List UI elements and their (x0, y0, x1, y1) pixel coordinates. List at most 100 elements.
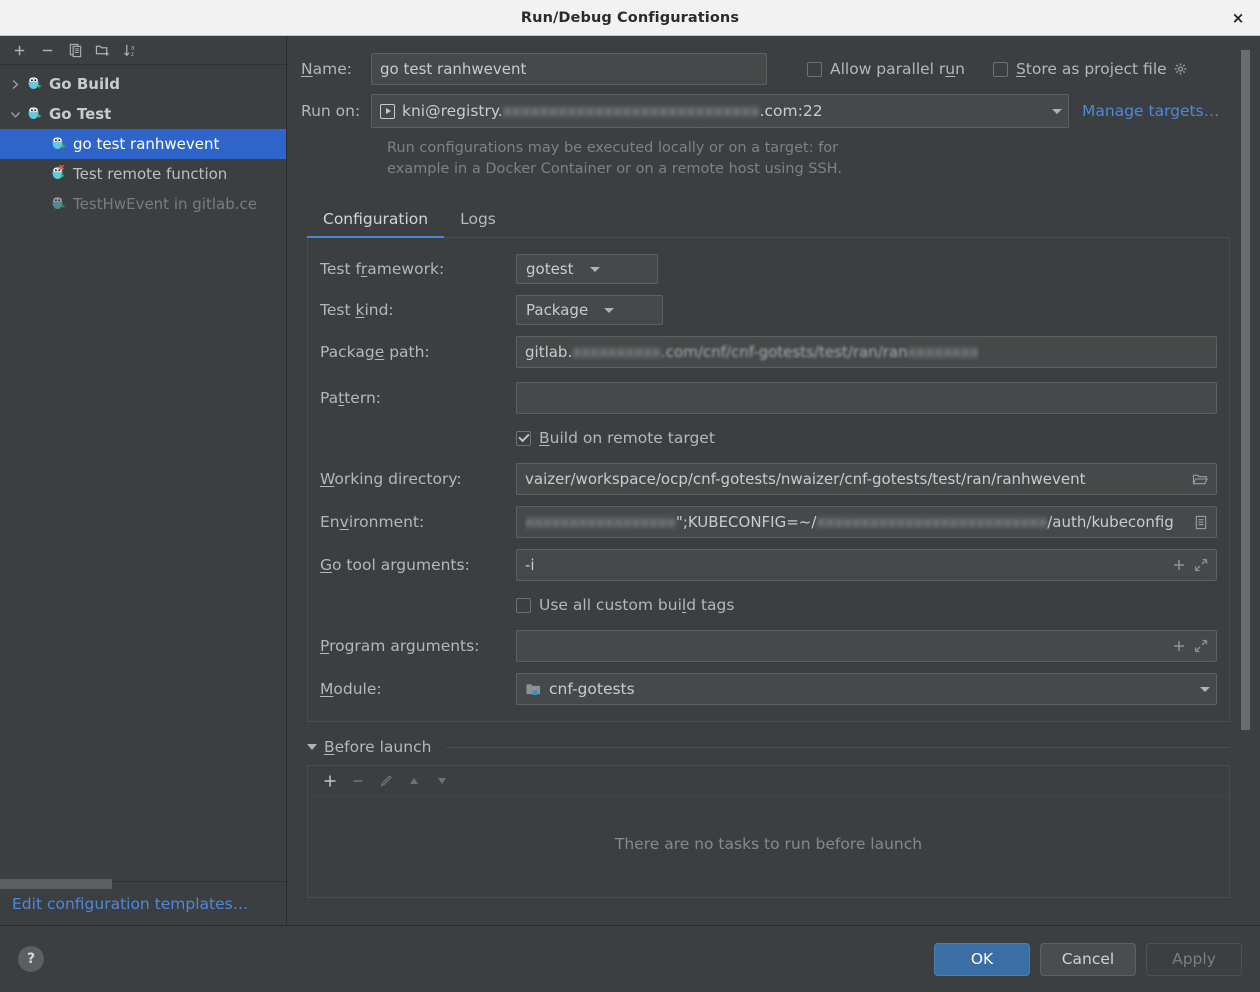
environment-row: Environment: xxxxxxxxxxxxxxxxx";KUBECONF… (320, 506, 1217, 538)
sidebar-item-testhwevent[interactable]: TestHwEvent in gitlab.ce (0, 189, 286, 219)
environment-variables-icon[interactable] (1186, 515, 1208, 530)
chevron-down-icon[interactable] (589, 266, 600, 272)
ok-button[interactable]: OK (934, 942, 1030, 976)
sidebar-toolbar: a z (0, 36, 286, 65)
run-on-redacted: xxxxxxxxxxxxxxxxxxxxxxxxxxxx (502, 102, 760, 120)
window-title: Run/Debug Configurations (520, 9, 740, 26)
copy-icon[interactable] (62, 38, 88, 62)
add-configuration-button[interactable] (6, 38, 32, 62)
chevron-down-icon[interactable] (6, 110, 24, 119)
program-arguments-input[interactable] (516, 630, 1217, 662)
chevron-down-icon[interactable] (307, 744, 317, 750)
editor-tabs: Configuration Logs (307, 204, 1230, 238)
chevron-down-icon[interactable] (1200, 686, 1210, 692)
name-label: Name: (301, 60, 352, 78)
tree-group-go-build[interactable]: Go Build (0, 69, 286, 99)
before-launch-header[interactable]: Before launch (307, 738, 1230, 756)
program-arguments-row: Program arguments: (320, 630, 1217, 662)
run-on-hint: Run configurations may be executed local… (387, 138, 1230, 180)
module-value: cnf-gotests (549, 680, 635, 698)
chevron-down-icon[interactable] (1052, 108, 1062, 114)
program-arguments-label: Program arguments: (320, 637, 480, 655)
module-combobox[interactable]: cnf-gotests (516, 673, 1217, 705)
package-path-input[interactable]: gitlab.xxxxxxxxxx.com/cnf/cnf-gotests/te… (516, 336, 1217, 368)
store-as-project-file-checkbox[interactable]: Store as project file (992, 60, 1188, 78)
cancel-button[interactable]: Cancel (1040, 942, 1136, 976)
expand-icon[interactable] (1194, 639, 1208, 653)
folder-add-icon[interactable] (90, 38, 116, 62)
chevron-right-icon[interactable] (6, 79, 24, 90)
test-kind-select[interactable]: Package (516, 295, 663, 325)
test-framework-value: gotest (526, 260, 574, 278)
plus-icon[interactable] (1172, 639, 1186, 653)
checkbox-box[interactable] (992, 61, 1008, 77)
target-icon (380, 103, 395, 119)
package-path-middle: .com/cnf/cnf-gotests/test/ran/ran (661, 343, 908, 361)
checkbox-box[interactable] (807, 61, 822, 77)
checkbox-box[interactable] (516, 430, 531, 446)
run-on-prefix: kni@registry. (402, 102, 503, 120)
name-input[interactable]: go test ranhwevent (371, 53, 767, 85)
test-framework-row: Test framework: gotest (320, 254, 1217, 284)
dialog-action-buttons: OK Cancel Apply (934, 942, 1242, 976)
add-task-button[interactable] (318, 770, 342, 792)
environment-mid: ";KUBECONFIG=~/ (675, 513, 817, 531)
pattern-input[interactable] (516, 382, 1217, 414)
environment-suffix: /auth/kubeconfig (1047, 513, 1174, 531)
module-label: Module: (320, 680, 382, 698)
environment-value: xxxxxxxxxxxxxxxxx";KUBECONFIG=~/xxxxxxxx… (525, 513, 1174, 531)
package-path-redacted-1: xxxxxxxxxx (572, 343, 662, 361)
help-button[interactable]: ? (18, 946, 44, 972)
chevron-down-icon[interactable] (604, 307, 615, 313)
sidebar-item-go-test-ranhwevent[interactable]: go test ranhwevent (0, 129, 286, 159)
go-tool-arguments-row: Go tool arguments: -i (320, 549, 1217, 581)
run-on-row: Run on: kni@registry. xxxxxxxxxxxxxxxxxx… (301, 94, 1230, 128)
manage-targets-link[interactable]: Manage targets… (1082, 102, 1219, 120)
sidebar-horizontal-scrollbar[interactable] (0, 879, 283, 889)
sidebar-item-test-remote-function[interactable]: Test remote function (0, 159, 286, 189)
configuration-panel: Test framework: gotest Test kind: Packag… (307, 238, 1230, 722)
edit-configuration-templates-link[interactable]: Edit configuration templates… (12, 895, 248, 913)
use-all-custom-build-tags-checkbox[interactable]: Use all custom build tags (516, 596, 734, 614)
tree-group-label: Go Test (49, 105, 112, 123)
arrow-down-icon (430, 770, 454, 792)
tab-logs[interactable]: Logs (444, 204, 512, 237)
plus-icon[interactable] (1172, 558, 1186, 572)
go-gopher-error-icon (50, 164, 67, 185)
gear-icon[interactable] (1173, 62, 1188, 77)
working-directory-input[interactable]: vaizer/workspace/ocp/cnf-gotests/nwaizer… (516, 463, 1217, 495)
tree-group-go-test[interactable]: Go Test (0, 99, 286, 129)
working-directory-label: Working directory: (320, 470, 462, 488)
expand-icon[interactable] (1194, 558, 1208, 572)
dialog-body: a z Go Build Go Test go test ranhwevent … (0, 36, 1260, 926)
test-framework-label: Test framework: (320, 260, 445, 278)
module-icon (525, 682, 541, 696)
close-icon[interactable]: × (1226, 6, 1250, 30)
build-on-remote-target-checkbox[interactable]: Build on remote target (516, 429, 715, 447)
go-tool-arguments-value: -i (525, 556, 535, 574)
package-path-row: Package path: gitlab.xxxxxxxxxx.com/cnf/… (320, 336, 1217, 368)
allow-parallel-run-checkbox[interactable]: Allow parallel run (807, 60, 965, 78)
use-all-custom-build-tags-label: Use all custom build tags (539, 596, 735, 614)
configurations-tree[interactable]: Go Build Go Test go test ranhwevent Test… (0, 65, 286, 881)
folder-browse-icon[interactable] (1184, 472, 1208, 486)
environment-input[interactable]: xxxxxxxxxxxxxxxxx";KUBECONFIG=~/xxxxxxxx… (516, 506, 1217, 538)
allow-parallel-run-label: Allow parallel run (830, 60, 965, 78)
checkbox-box[interactable] (516, 597, 531, 613)
go-tool-arguments-input[interactable]: -i (516, 549, 1217, 581)
tab-configuration[interactable]: Configuration (307, 204, 445, 238)
apply-button[interactable]: Apply (1146, 942, 1242, 976)
test-framework-select[interactable]: gotest (516, 254, 658, 284)
before-launch-toolbar (308, 766, 1229, 797)
package-path-redacted-2: xxxxxxxx (907, 343, 979, 361)
environment-redacted-prefix: xxxxxxxxxxxxxxxxx (525, 513, 676, 531)
before-launch-box: There are no tasks to run before launch (307, 765, 1230, 898)
editor-vertical-scrollbar[interactable] (1241, 50, 1250, 730)
arrow-up-icon (402, 770, 426, 792)
scrollbar-thumb[interactable] (0, 879, 112, 889)
pattern-label: Pattern: (320, 389, 381, 407)
run-on-target-combobox[interactable]: kni@registry. xxxxxxxxxxxxxxxxxxxxxxxxxx… (371, 94, 1069, 128)
sort-alphabetical-icon[interactable]: a z (118, 38, 144, 62)
before-launch-empty-message: There are no tasks to run before launch (614, 835, 923, 853)
remove-configuration-button[interactable] (34, 38, 60, 62)
